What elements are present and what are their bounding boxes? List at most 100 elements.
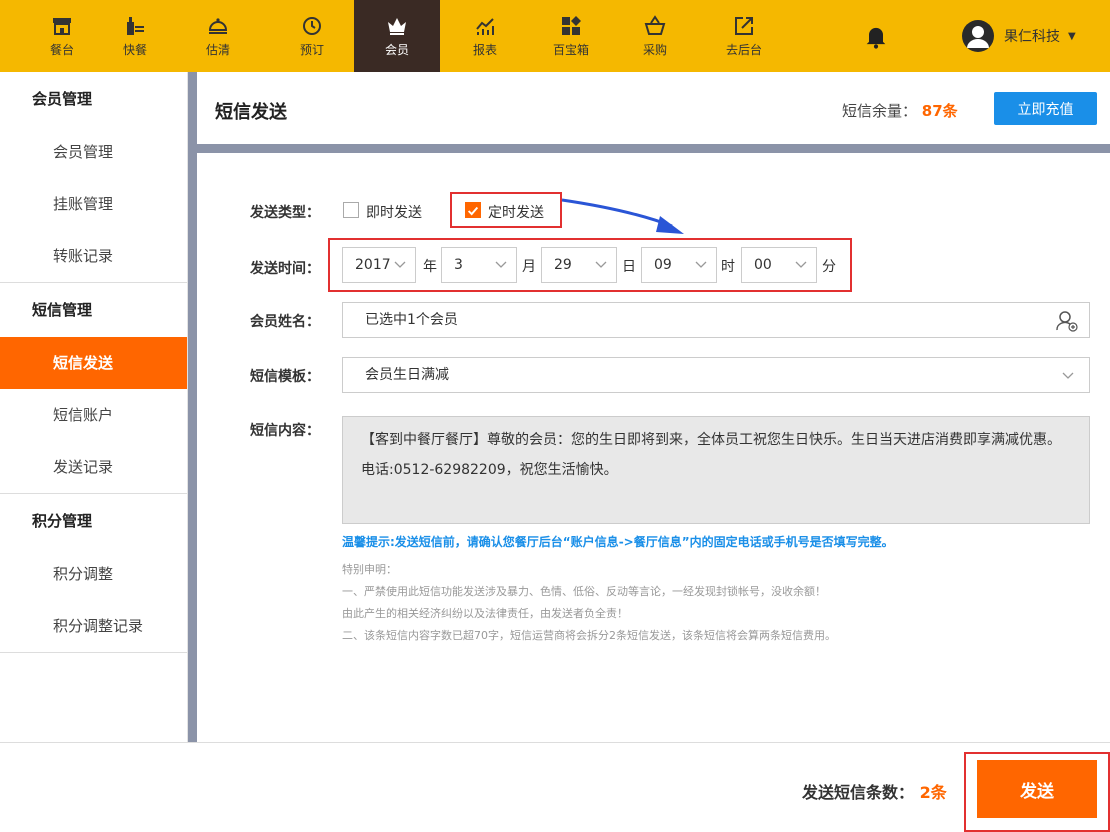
- nav-label: 报表: [472, 43, 497, 57]
- notice-line-1: 一、严禁使用此短信功能发送涉及暴力、色情、低俗、反动等言论，一经发现封锁帐号，没…: [342, 585, 826, 598]
- day-value: 29: [554, 257, 572, 273]
- sidebar-item-sms-account[interactable]: 短信账户: [0, 389, 187, 441]
- page-title: 短信发送: [215, 102, 287, 123]
- year-value: 2017: [355, 257, 391, 273]
- hour-select[interactable]: 09: [641, 247, 717, 283]
- basket-icon: [644, 15, 666, 35]
- nav-item-fastfood[interactable]: 快餐: [113, 0, 157, 72]
- template-value: 会员生日满减: [365, 367, 449, 383]
- month-unit: 月: [522, 259, 536, 275]
- nav-label: 采购: [642, 43, 667, 57]
- sidebar-item-sms-send[interactable]: 短信发送: [0, 337, 187, 389]
- chevron-down-icon: [1062, 372, 1074, 379]
- send-type-label: 发送类型：: [250, 205, 320, 221]
- hour-unit: 时: [721, 259, 735, 275]
- sms-count-label: 发送短信条数：: [802, 783, 915, 802]
- user-name: 果仁科技: [1004, 29, 1060, 45]
- avatar: [962, 20, 994, 52]
- sidebar-item-member-manage[interactable]: 会员管理: [0, 126, 187, 178]
- footer-divider: [0, 742, 1110, 743]
- scheduled-checkbox[interactable]: [465, 202, 481, 218]
- grid-icon: [562, 16, 581, 35]
- year-unit: 年: [423, 259, 437, 275]
- template-select[interactable]: 会员生日满减: [342, 357, 1090, 393]
- nav-item-purchase[interactable]: 采购: [633, 0, 677, 72]
- sms-balance-label: 短信余量：: [842, 102, 918, 120]
- nav-item-member[interactable]: 会员: [354, 0, 440, 72]
- clock-icon: [303, 17, 321, 35]
- sms-content-textarea[interactable]: 【客到中餐厅餐厅】尊敬的会员：您的生日即将到来，全体员工祝您生日快乐。生日当天进…: [342, 416, 1090, 524]
- sidebar: 会员管理 会员管理 挂账管理 转账记录 短信管理 短信发送 短信账户 发送记录 …: [0, 72, 188, 742]
- sidebar-group-points: 积分管理: [32, 512, 93, 530]
- sidebar-item-points-adjust[interactable]: 积分调整: [0, 548, 187, 600]
- page-header: 短信发送 短信余量： 87条 立即充值: [197, 72, 1110, 144]
- template-label: 短信模板：: [250, 369, 320, 385]
- sidebar-item-credit-manage[interactable]: 挂账管理: [0, 178, 187, 230]
- nav-item-report[interactable]: 报表: [463, 0, 507, 72]
- cloche-icon: [208, 18, 228, 34]
- month-select[interactable]: 3: [441, 247, 517, 283]
- immediate-checkbox[interactable]: [343, 202, 359, 218]
- notice-line-2: 由此产生的相关经济纠纷以及法律责任，由发送者负全责！: [342, 607, 628, 620]
- sms-count: 发送短信条数： 2条: [802, 779, 947, 803]
- chart-icon: [476, 18, 494, 35]
- member-name-label: 会员姓名：: [250, 314, 320, 330]
- content-label: 短信内容：: [250, 423, 320, 439]
- nav-item-table[interactable]: 餐台: [40, 0, 84, 72]
- sms-balance: 短信余量： 87条: [842, 100, 958, 121]
- chevron-down-icon: ▼: [1068, 30, 1076, 42]
- recharge-button[interactable]: 立即充值: [994, 92, 1097, 125]
- nav-label: 预订: [299, 43, 324, 57]
- nav-item-backend[interactable]: 去后台: [719, 0, 769, 72]
- bell-icon[interactable]: [862, 22, 890, 50]
- sidebar-item-transfer-record[interactable]: 转账记录: [0, 230, 187, 282]
- nav-label: 快餐: [122, 43, 147, 57]
- sms-balance-value: 87条: [921, 102, 958, 120]
- external-icon: [735, 17, 753, 35]
- minute-select[interactable]: 00: [741, 247, 817, 283]
- sms-count-value: 2条: [919, 783, 947, 802]
- chevron-down-icon: [394, 261, 406, 268]
- year-select[interactable]: 2017: [342, 247, 416, 283]
- immediate-label: 即时发送: [366, 205, 422, 221]
- nav-item-toolbox[interactable]: 百宝箱: [543, 0, 599, 72]
- user-menu[interactable]: 果仁科技 ▼: [962, 20, 1076, 52]
- notice-line-3: 二、该条短信内容字数已超70字，短信运营商将会拆分2条短信发送，该条短信将会算两…: [342, 629, 836, 642]
- sidebar-item-points-record[interactable]: 积分调整记录: [0, 600, 187, 652]
- header-separator: [197, 144, 1110, 153]
- notice-title: 特别申明：: [342, 563, 397, 576]
- chevron-down-icon: [495, 261, 507, 268]
- table-icon: [53, 18, 71, 35]
- arrow-annotation-icon: [561, 198, 684, 234]
- day-select[interactable]: 29: [541, 247, 617, 283]
- member-value: 已选中1个会员: [365, 312, 458, 328]
- nav-item-reserve[interactable]: 预订: [290, 0, 334, 72]
- chevron-down-icon: [795, 261, 807, 268]
- send-time-label: 发送时间：: [250, 261, 320, 277]
- scheduled-label: 定时发送: [488, 205, 544, 221]
- nav-item-soldout[interactable]: 估清: [196, 0, 240, 72]
- warm-tip: 温馨提示:发送短信前，请确认您餐厅后台“账户信息->餐厅信息”内的固定电话或手机…: [342, 535, 894, 549]
- nav-label: 去后台: [725, 43, 762, 57]
- fastfood-icon: [127, 17, 144, 35]
- send-button[interactable]: 发送: [977, 760, 1097, 818]
- divider: [0, 652, 187, 653]
- chevron-down-icon: [695, 261, 707, 268]
- minute-unit: 分: [822, 259, 836, 275]
- nav-label: 餐台: [49, 43, 74, 57]
- add-member-icon[interactable]: [1055, 309, 1079, 333]
- sidebar-separator: [188, 72, 197, 742]
- hour-value: 09: [654, 257, 672, 273]
- nav-label: 百宝箱: [552, 43, 589, 57]
- nav-label: 估清: [205, 43, 230, 57]
- nav-label: 会员: [384, 43, 409, 57]
- sidebar-group-sms: 短信管理: [32, 301, 93, 319]
- day-unit: 日: [622, 259, 636, 275]
- top-nav-bar: 餐台 快餐 估清 预订 会员 报表 百宝箱 采购 去后台 果仁科技 ▼: [0, 0, 1110, 72]
- crown-icon: [388, 18, 406, 35]
- sidebar-group-member: 会员管理: [32, 90, 93, 108]
- minute-value: 00: [754, 257, 772, 273]
- chevron-down-icon: [595, 261, 607, 268]
- member-select-field[interactable]: 已选中1个会员: [342, 302, 1090, 338]
- sidebar-item-send-record[interactable]: 发送记录: [0, 441, 187, 493]
